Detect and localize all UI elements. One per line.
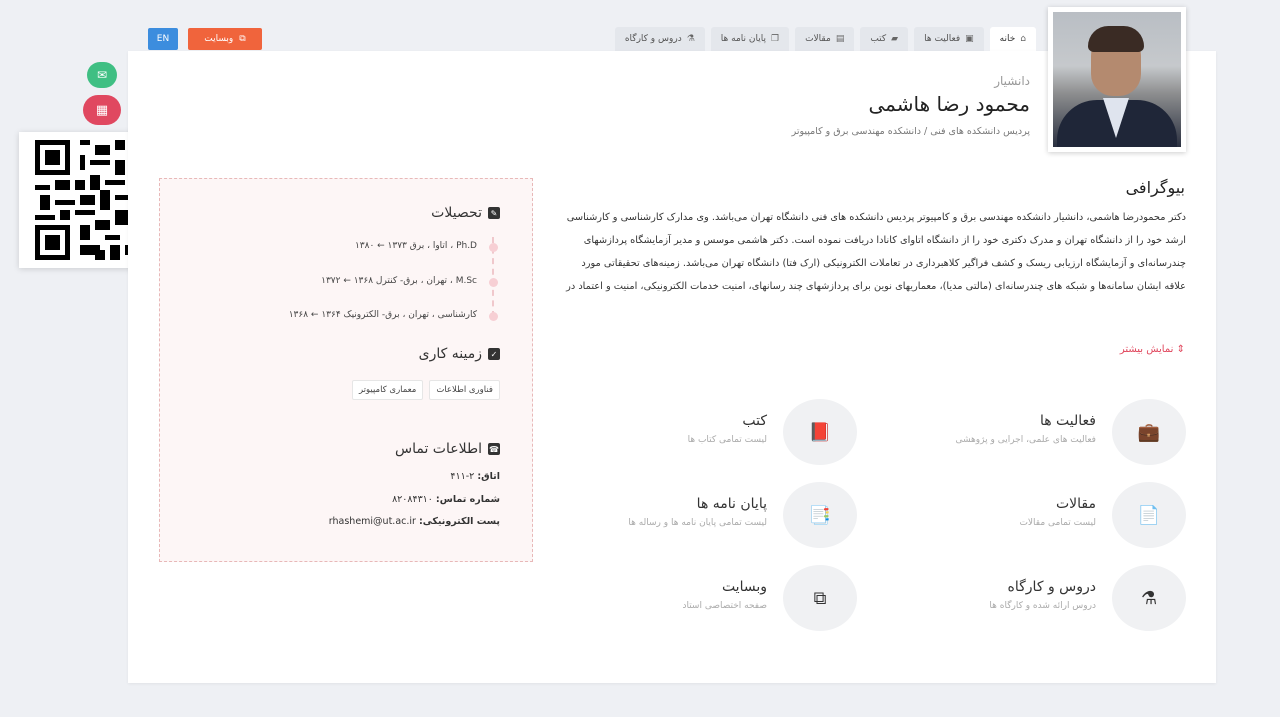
tile-title: فعالیت ها <box>1039 413 1096 429</box>
education-heading: ✎ تحصیلات <box>431 205 500 221</box>
field-title: زمینه کاری <box>418 346 482 362</box>
language-en-button[interactable]: EN <box>148 28 178 50</box>
tab-courses[interactable]: ⚗ دروس و کارگاه <box>614 27 705 51</box>
qrcode-icon: ▦ <box>95 102 109 118</box>
tab-home[interactable]: ⌂ خانه <box>989 27 1036 51</box>
field-tag[interactable]: فناوری اطلاعات <box>429 380 500 400</box>
tab-books[interactable]: ▰ کتب <box>860 27 909 51</box>
tile-articles[interactable]: 📄 مقالات لیست تمامی مقالات <box>886 482 1186 548</box>
external-link-icon: ⧉ <box>239 34 246 44</box>
bio-text: دکتر محمودرضا هاشمی، دانشیار دانشکده مهن… <box>566 212 1186 292</box>
tile-subtitle: فعالیت های علمی، اجرایی و پژوهشی <box>955 435 1096 445</box>
tile-subtitle: صفحه اختصاصی استاد <box>682 601 767 611</box>
show-more-label: نمایش بیشتر <box>1119 344 1174 355</box>
file-icon: ▤ <box>835 34 845 44</box>
top-tabs: ⌂ خانه ▣ فعالیت ها ▰ کتب ▤ مقالات ❐ پایان نام… <box>499 27 1036 51</box>
book-icon: ▰ <box>891 34 899 44</box>
affiliation: پردیس دانشکده های فنی / دانشکده مهندسی ب… <box>791 126 1030 137</box>
email-float-button[interactable]: ✉ <box>87 62 117 88</box>
tab-label: کتب <box>870 34 887 44</box>
website-button[interactable]: وبسایت ⧉ <box>188 28 262 50</box>
education-item: M.Sc ، تهران ، برق- کنترل ۱۳۶۸ ← ۱۳۷۲ <box>321 276 477 286</box>
contact-room: اتاق: ۲-۴۱۱ <box>450 471 500 482</box>
room-value: ۲-۴۱۱ <box>450 471 475 482</box>
files-icon: ❐ <box>771 34 780 44</box>
tile-title: کتب <box>742 413 767 429</box>
contact-title: اطلاعات تماس <box>395 441 482 457</box>
sort-icon: ⇕ <box>1176 344 1185 355</box>
tile-subtitle: دروس ارائه شده و کارگاه ها <box>989 601 1096 611</box>
tile-activities[interactable]: 💼 فعالیت ها فعالیت های علمی، اجرایی و پژ… <box>886 399 1186 465</box>
field-heading: ✓ زمینه کاری <box>419 346 500 362</box>
tab-theses[interactable]: ❐ پایان نامه ها <box>710 27 790 51</box>
tab-activities[interactable]: ▣ فعالیت ها <box>914 27 984 51</box>
phone-icon: ☎ <box>488 443 500 455</box>
education-title: تحصیلات <box>431 205 482 221</box>
checkbox-icon: ✓ <box>488 348 500 360</box>
info-panel: ✎ تحصیلات Ph.D ، اتاوا ، برق ۱۳۷۳ ← ۱۳۸۰ … <box>159 178 533 562</box>
tile-website[interactable]: ⧉ وبسایت صفحه اختصاصی استاد <box>557 565 857 631</box>
timeline-dot <box>489 312 498 321</box>
external-link-icon: ⧉ <box>783 565 857 631</box>
file-icon: 📄 <box>1112 482 1186 548</box>
phone-label: شماره تماس: <box>435 494 500 505</box>
tab-label: پایان نامه ها <box>720 34 766 44</box>
tile-subtitle: لیست تمامی پایان نامه ها و رساله ها <box>628 518 767 528</box>
flask-icon: ⚗ <box>686 34 695 44</box>
tab-label: خانه <box>999 34 1016 44</box>
contact-heading: ☎ اطلاعات تماس <box>395 441 500 457</box>
tile-title: پایان نامه ها <box>696 496 767 512</box>
bio-title: بیوگرافی <box>1125 178 1185 197</box>
email-value[interactable]: rhashemi@ut.ac.ir <box>329 516 416 527</box>
files-icon: 📑 <box>783 482 857 548</box>
website-label: وبسایت <box>204 34 234 44</box>
qr-float-button[interactable]: ▦ <box>83 95 121 125</box>
briefcase-icon: 💼 <box>1112 399 1186 465</box>
tile-title: دروس و کارگاه <box>1007 579 1096 595</box>
tab-label: فعالیت ها <box>924 34 961 44</box>
show-more-link[interactable]: ⇕ نمایش بیشتر <box>1120 344 1185 355</box>
tile-subtitle: لیست تمامی کتاب ها <box>687 435 767 445</box>
profile-photo <box>1048 7 1186 152</box>
tile-courses[interactable]: ⚗ دروس و کارگاه دروس ارائه شده و کارگاه … <box>886 565 1186 631</box>
envelope-icon: ✉ <box>96 68 108 82</box>
contact-email: پست الکترونیکی: rhashemi@ut.ac.ir <box>329 516 500 527</box>
tile-books[interactable]: 📕 کتب لیست تمامی کتاب ها <box>557 399 857 465</box>
tab-articles[interactable]: ▤ مقالات <box>795 27 855 51</box>
email-label: پست الکترونیکی: <box>418 516 500 527</box>
phone-value: ۸۲۰۸۴۳۱۰ <box>392 494 433 505</box>
pencil-icon: ✎ <box>488 207 500 219</box>
education-item: Ph.D ، اتاوا ، برق ۱۳۷۳ ← ۱۳۸۰ <box>354 241 477 251</box>
education-item: کارشناسی ، تهران ، برق- الکترونیک ۱۳۶۴ ←… <box>288 310 477 320</box>
briefcase-icon: ▣ <box>965 34 974 44</box>
tile-title: وبسایت <box>721 579 767 595</box>
timeline-dot <box>489 278 498 287</box>
home-icon: ⌂ <box>1020 34 1026 44</box>
flask-icon: ⚗ <box>1112 565 1186 631</box>
tab-label: مقالات <box>805 34 831 44</box>
tile-subtitle: لیست تمامی مقالات <box>1019 518 1096 528</box>
field-tag[interactable]: معماری کامپیوتر <box>351 380 424 400</box>
tab-label: دروس و کارگاه <box>624 34 682 44</box>
profile-name: محمود رضا هاشمی <box>868 92 1030 116</box>
field-tags: فناوری اطلاعات معماری کامپیوتر <box>351 380 500 400</box>
contact-phone: شماره تماس: ۸۲۰۸۴۳۱۰ <box>392 494 500 505</box>
room-label: اتاق: <box>477 471 500 482</box>
book-icon: 📕 <box>783 399 857 465</box>
tile-theses[interactable]: 📑 پایان نامه ها لیست تمامی پایان نامه ها… <box>557 482 857 548</box>
tile-title: مقالات <box>1055 496 1096 512</box>
timeline-dot <box>489 243 498 252</box>
academic-rank: دانشیار <box>994 74 1030 88</box>
